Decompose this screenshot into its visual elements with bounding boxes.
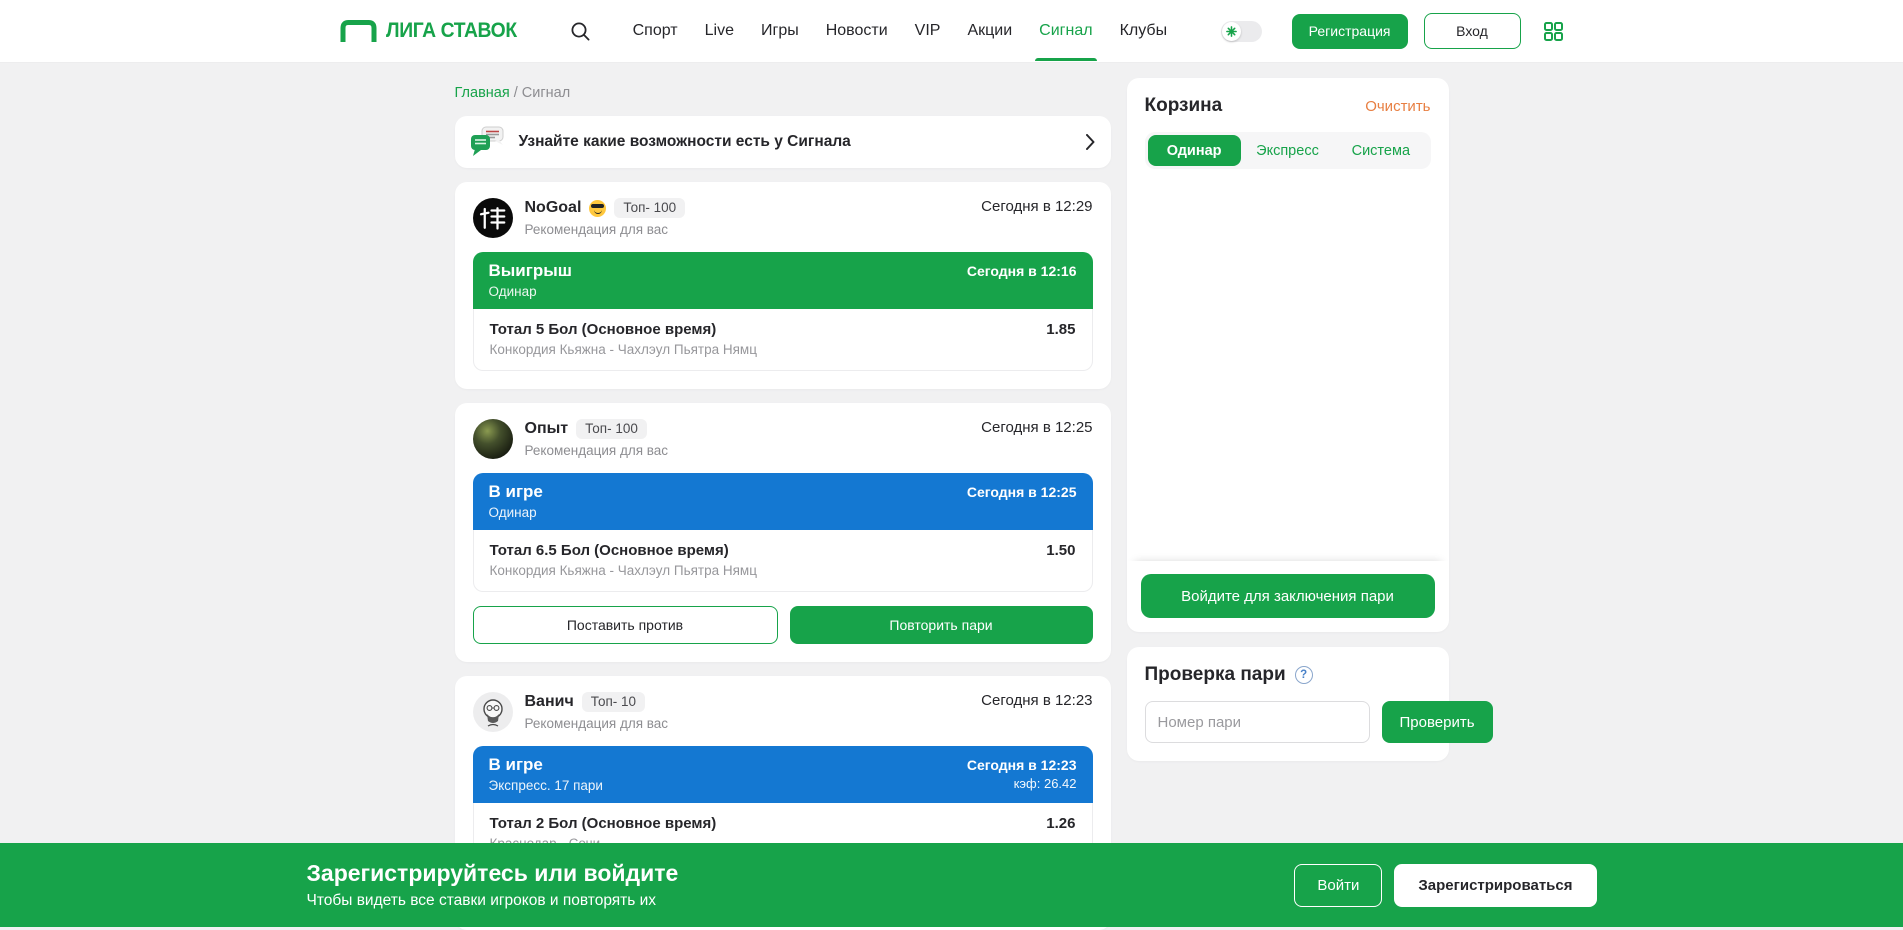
footer-register-button[interactable]: Зарегистрироваться — [1394, 864, 1596, 907]
basket-clear-link[interactable]: Очистить — [1365, 98, 1430, 115]
chat-bubbles-icon — [469, 125, 505, 159]
top-rank-badge: Топ- 100 — [576, 419, 647, 439]
register-button[interactable]: Регистрация — [1292, 14, 1408, 49]
tip-card-nogoal: NoGoal Топ- 100 Рекомендация для вас Сег… — [455, 182, 1111, 389]
bet-match: Конкордия Кьяжна - Чахлэул Пьятра Нямц — [490, 342, 1076, 357]
chevron-right-icon[interactable] — [1086, 134, 1095, 150]
breadcrumb: Главная / Сигнал — [455, 85, 1111, 101]
promo-banner-text: Узнайте какие возможности есть у Сигнала — [519, 133, 851, 151]
basket-panel: Корзина Очистить Одинар Экспресс Система… — [1127, 78, 1449, 632]
register-footer-banner: Зарегистрируйтесь или войдите Чтобы виде… — [0, 843, 1903, 927]
footer-subtitle: Чтобы видеть все ставки игроков и повтор… — [307, 892, 679, 910]
status-banner-live: В игре Одинар Сегодня в 12:25 — [473, 473, 1093, 530]
status-time: Сегодня в 12:16 — [967, 263, 1077, 279]
breadcrumb-current: Сигнал — [522, 85, 570, 101]
main-nav: Спорт Live Игры Новости VIP Акции Сигнал… — [633, 22, 1167, 40]
bet-number-input[interactable] — [1145, 701, 1370, 743]
status-banner-live: В игре Экспресс. 17 пари Сегодня в 12:23… — [473, 746, 1093, 803]
avatar[interactable] — [473, 198, 513, 238]
status-label: Выигрыш — [489, 260, 572, 283]
bet-match: Конкордия Кьяжна - Чахлэул Пьятра Нямц — [490, 563, 1076, 578]
bet-type-label: Одинар — [489, 505, 543, 520]
bet-market: Тотал 6.5 Бол (Основное время) — [490, 542, 729, 559]
bet-market: Тотал 2 Бол (Основное время) — [490, 815, 717, 832]
check-bet-button[interactable]: Проверить — [1382, 701, 1493, 743]
bet-row[interactable]: Тотал 6.5 Бол (Основное время) 1.50 Конк… — [474, 530, 1092, 591]
goal-icon — [340, 19, 377, 43]
posted-time: Сегодня в 12:29 — [981, 198, 1092, 215]
posted-time: Сегодня в 12:25 — [981, 419, 1092, 436]
user-name[interactable]: Опыт — [525, 420, 569, 438]
top-header: Лига Ставок Спорт Live Игры Новости VIP … — [0, 0, 1903, 63]
recommendation-label: Рекомендация для вас — [525, 443, 669, 458]
status-banner-win: Выигрыш Одинар Сегодня в 12:16 — [473, 252, 1093, 309]
logo-text: Лига Ставок — [386, 19, 517, 43]
nav-item-live[interactable]: Live — [705, 22, 734, 40]
status-coefficient: кэф: 26.42 — [967, 776, 1077, 791]
sunglasses-emoji-icon — [589, 200, 606, 217]
footer-title: Зарегистрируйтесь или войдите — [307, 860, 679, 887]
status-time: Сегодня в 12:25 — [967, 484, 1077, 500]
theme-toggle[interactable] — [1221, 21, 1262, 42]
tab-system[interactable]: Система — [1334, 135, 1427, 166]
avatar[interactable] — [473, 692, 513, 732]
apps-grid-icon[interactable] — [1543, 21, 1564, 42]
search-icon[interactable] — [570, 21, 591, 42]
user-name[interactable]: NoGoal — [525, 199, 582, 217]
bet-odds: 1.50 — [1046, 542, 1075, 559]
question-icon[interactable]: ? — [1295, 666, 1313, 684]
login-button[interactable]: Вход — [1424, 13, 1521, 49]
status-label: В игре — [489, 754, 603, 777]
bet-odds: 1.26 — [1046, 815, 1075, 832]
bet-row[interactable]: Тотал 5 Бол (Основное время) 1.85 Конкор… — [474, 309, 1092, 370]
nav-item-news[interactable]: Новости — [826, 22, 888, 40]
liga-stavok-logo[interactable]: Лига Ставок — [340, 19, 528, 43]
nav-item-clubs[interactable]: Клубы — [1120, 22, 1168, 40]
tab-single[interactable]: Одинар — [1148, 135, 1241, 166]
avatar[interactable] — [473, 419, 513, 459]
bet-check-panel: Проверка пари ? Проверить — [1127, 647, 1449, 761]
user-name[interactable]: Ванич — [525, 693, 574, 711]
bet-odds: 1.85 — [1046, 321, 1075, 338]
status-time: Сегодня в 12:23 — [967, 757, 1077, 773]
bet-type-label: Одинар — [489, 284, 572, 299]
bet-against-button[interactable]: Поставить против — [473, 606, 778, 644]
status-label: В игре — [489, 481, 543, 504]
basket-login-button[interactable]: Войдите для заключения пари — [1141, 574, 1435, 618]
bet-type-label: Экспресс. 17 пари — [489, 778, 603, 793]
signal-promo-banner[interactable]: Узнайте какие возможности есть у Сигнала — [455, 116, 1111, 168]
recommendation-label: Рекомендация для вас — [525, 222, 686, 237]
recommendation-label: Рекомендация для вас — [525, 716, 669, 731]
top-rank-badge: Топ- 10 — [582, 692, 645, 712]
breadcrumb-home-link[interactable]: Главная — [455, 85, 510, 101]
nav-item-sport[interactable]: Спорт — [633, 22, 678, 40]
sun-icon — [1222, 22, 1241, 41]
nav-item-promos[interactable]: Акции — [967, 22, 1012, 40]
tip-card-opyt: Опыт Топ- 100 Рекомендация для вас Сегод… — [455, 403, 1111, 662]
bet-market: Тотал 5 Бол (Основное время) — [490, 321, 717, 338]
breadcrumb-separator: / — [514, 85, 518, 101]
tab-express[interactable]: Экспресс — [1241, 135, 1334, 166]
nav-item-signal-active[interactable]: Сигнал — [1039, 22, 1092, 40]
posted-time: Сегодня в 12:23 — [981, 692, 1092, 709]
footer-login-button[interactable]: Войти — [1294, 864, 1382, 907]
bet-check-title: Проверка пари — [1145, 664, 1286, 686]
top-rank-badge: Топ- 100 — [614, 198, 685, 218]
repeat-bet-button[interactable]: Повторить пари — [790, 606, 1093, 644]
nav-item-games[interactable]: Игры — [761, 22, 799, 40]
basket-title: Корзина — [1145, 95, 1223, 117]
basket-tabs: Одинар Экспресс Система — [1145, 132, 1431, 169]
nav-item-vip[interactable]: VIP — [915, 22, 941, 40]
